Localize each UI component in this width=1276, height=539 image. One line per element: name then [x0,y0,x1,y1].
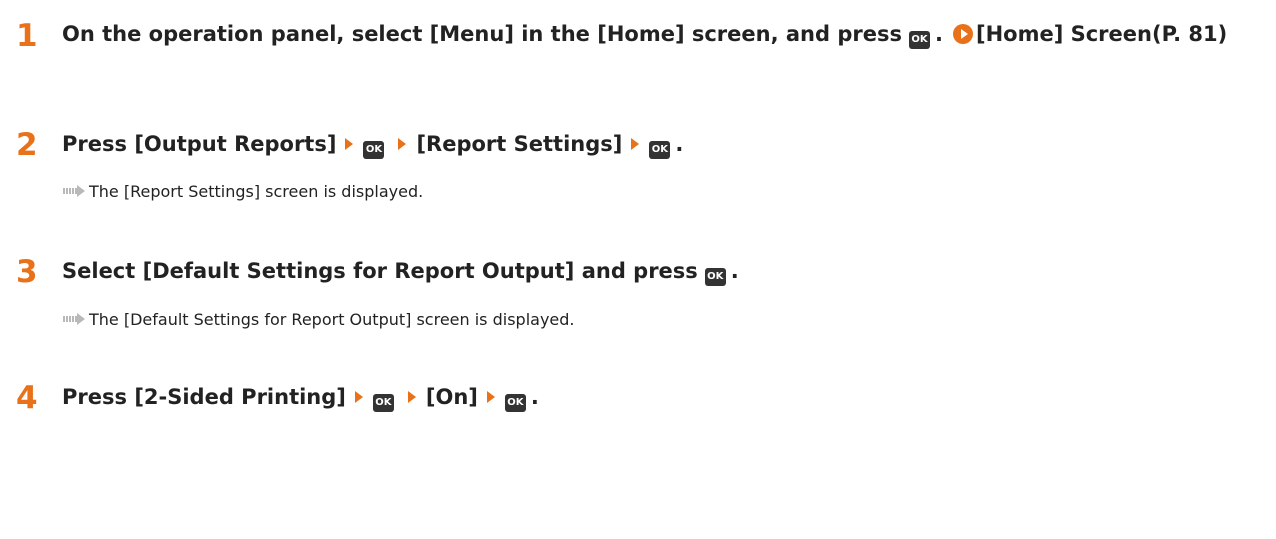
period: . [530,385,539,409]
period: . [730,259,739,283]
right-triangle-icon [631,138,640,150]
step-result: The [Report Settings] screen is displaye… [63,181,423,203]
result-text: The [Report Settings] screen is displaye… [89,182,424,201]
press-word: Press [62,132,127,156]
menu-item-on: [On] [425,385,478,409]
step-instruction: Select [Default Settings for Report Outp… [62,253,1266,289]
right-triangle-icon [345,138,354,150]
home-screen-link[interactable]: [Home] Screen(P. 81) [976,22,1227,46]
link-arrow-icon [952,24,973,44]
step-number: 4 [16,380,38,416]
result-arrow-icon [63,185,87,197]
ok-key-icon: OK [704,268,726,286]
step-number: 2 [16,127,38,163]
ok-key-icon: OK [363,141,385,159]
result-arrow-icon [63,313,87,325]
right-triangle-icon [407,391,416,403]
instruction-text: On the operation panel, select [Menu] in… [62,22,902,46]
ok-key-icon: OK [372,394,394,412]
period: . [675,132,684,156]
step-instruction: Press [Output Reports] OK [Report Settings… [62,126,1266,162]
ok-key-icon: OK [649,141,671,159]
instruction-text: Select [Default Settings for Report Outp… [62,259,698,283]
press-word: Press [62,385,127,409]
result-text: The [Default Settings for Report Output]… [89,310,575,329]
right-triangle-icon [486,391,495,403]
step-number: 1 [16,18,38,54]
right-triangle-icon [354,391,363,403]
step-instruction: Press [2-Sided Printing] OK [On] OK. [62,379,1266,415]
step-instruction: On the operation panel, select [Menu] in… [62,16,1262,52]
ok-key-icon: OK [504,394,526,412]
ok-key-icon: OK [908,31,930,49]
menu-item-output-reports: [Output Reports] [134,132,337,156]
step-number: 3 [16,254,38,290]
period: . [934,22,943,46]
right-triangle-icon [398,138,407,150]
menu-item-report-settings: [Report Settings] [416,132,623,156]
menu-item-2-sided-printing: [2-Sided Printing] [134,385,346,409]
step-result: The [Default Settings for Report Output]… [63,309,575,331]
